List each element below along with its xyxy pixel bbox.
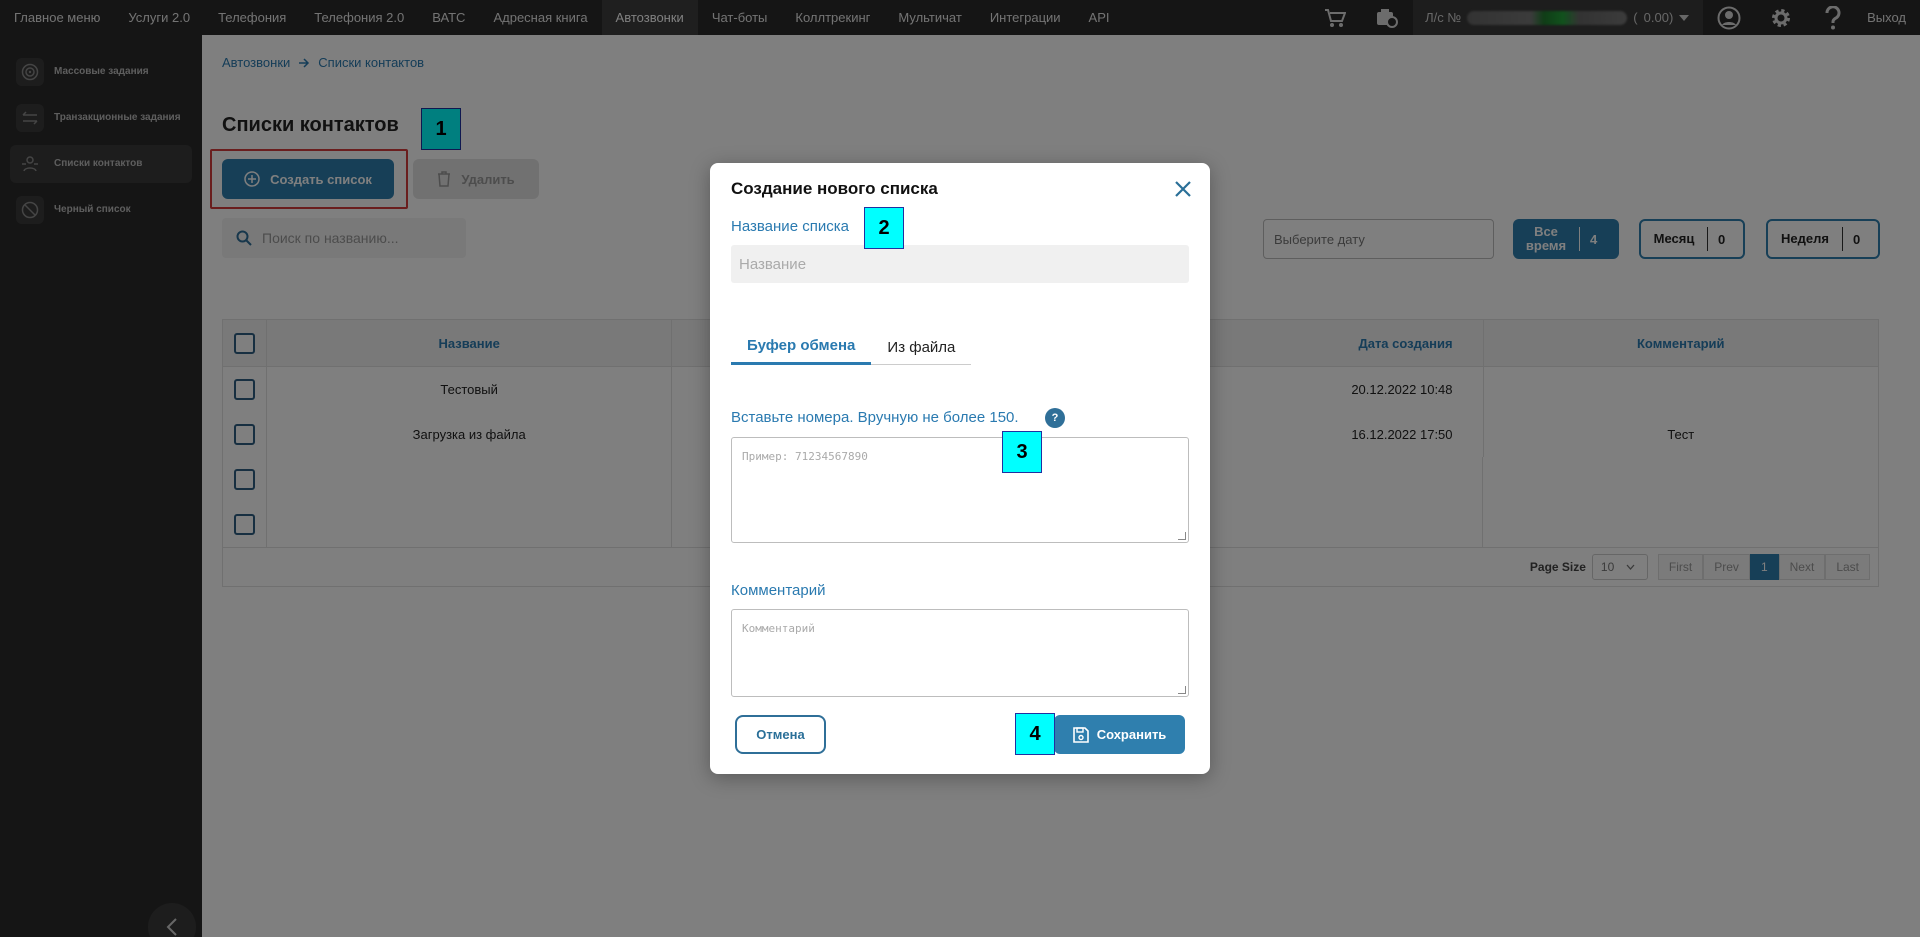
save-button[interactable]: Сохранить	[1054, 715, 1185, 754]
help-icon[interactable]: ?	[1045, 408, 1065, 428]
numbers-textarea[interactable]: Пример: 71234567890	[731, 437, 1189, 543]
annotation-marker-3: 3	[1002, 431, 1042, 473]
resize-handle[interactable]	[1178, 686, 1186, 694]
modal-title: Создание нового списка	[731, 179, 938, 198]
save-label: Сохранить	[1096, 727, 1167, 742]
list-name-label: Название списка	[731, 218, 849, 235]
tab-clipboard[interactable]: Буфер обмена	[731, 329, 872, 365]
source-tabs: Буфер обмена Из файла	[731, 329, 972, 365]
comment-label: Комментарий	[731, 582, 826, 599]
create-list-modal: Создание нового списка Название списка Н…	[710, 163, 1210, 774]
resize-handle[interactable]	[1178, 532, 1186, 540]
tab-from-file[interactable]: Из файла	[871, 329, 971, 365]
list-name-placeholder: Название	[739, 255, 807, 273]
comment-placeholder: Комментарий	[742, 622, 815, 635]
close-button[interactable]	[1170, 176, 1196, 202]
annotation-marker-2: 2	[864, 207, 904, 249]
numbers-placeholder: Пример: 71234567890	[742, 450, 868, 463]
numbers-label: Вставьте номера. Вручную не более 150.	[731, 409, 1019, 426]
save-icon	[1072, 726, 1089, 743]
cancel-button[interactable]: Отмена	[735, 715, 826, 754]
close-icon	[1175, 181, 1191, 197]
list-name-input[interactable]: Название	[731, 245, 1189, 283]
annotation-marker-4: 4	[1015, 713, 1055, 755]
comment-textarea[interactable]: Комментарий	[731, 609, 1189, 697]
